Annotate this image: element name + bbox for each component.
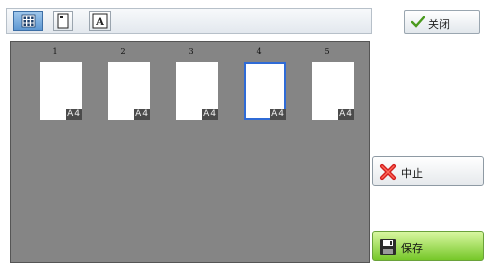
page-number: 5 bbox=[324, 47, 330, 56]
red-x-icon bbox=[379, 163, 397, 181]
view-toolbar: A bbox=[6, 8, 372, 34]
paper-size-badge: A4 bbox=[270, 109, 286, 120]
page-sheet[interactable]: A4 bbox=[176, 62, 218, 120]
page-number: 1 bbox=[52, 47, 58, 56]
save-button[interactable]: 保存 bbox=[372, 231, 484, 261]
close-button-label: 关闭 bbox=[428, 18, 450, 31]
detail-view-button[interactable]: A bbox=[89, 11, 111, 31]
checkmark-icon bbox=[411, 16, 425, 28]
paper-size-badge: A4 bbox=[338, 109, 354, 120]
paper-size-badge: A4 bbox=[66, 109, 82, 120]
single-page-view-icon bbox=[57, 13, 69, 29]
preview-window: A 关闭 1 A4 2 A4 3 A4 4 A4 5 A4 中止 保存 bbox=[0, 0, 486, 264]
svg-text:A: A bbox=[95, 17, 104, 28]
paper-size-badge: A4 bbox=[134, 109, 150, 120]
page-number: 3 bbox=[188, 47, 194, 56]
paper-size-badge: A4 bbox=[202, 109, 218, 120]
stop-button-label: 中止 bbox=[401, 167, 423, 180]
page-sheet-selected[interactable]: A4 bbox=[244, 62, 286, 120]
close-button[interactable]: 关闭 bbox=[404, 10, 480, 34]
page-number: 2 bbox=[120, 47, 126, 56]
page-number: 4 bbox=[256, 47, 262, 56]
grid-view-icon bbox=[21, 14, 36, 28]
detail-view-icon: A bbox=[92, 13, 108, 29]
save-button-label: 保存 bbox=[401, 242, 423, 255]
page-sheet[interactable]: A4 bbox=[312, 62, 354, 120]
single-page-view-button[interactable] bbox=[53, 11, 73, 31]
page-sheet[interactable]: A4 bbox=[40, 62, 82, 120]
grid-view-button[interactable] bbox=[13, 11, 43, 31]
page-thumbnail-panel: 1 A4 2 A4 3 A4 4 A4 5 A4 bbox=[10, 41, 370, 263]
stop-button[interactable]: 中止 bbox=[372, 156, 484, 186]
page-sheet[interactable]: A4 bbox=[108, 62, 150, 120]
floppy-disk-icon bbox=[380, 239, 396, 255]
